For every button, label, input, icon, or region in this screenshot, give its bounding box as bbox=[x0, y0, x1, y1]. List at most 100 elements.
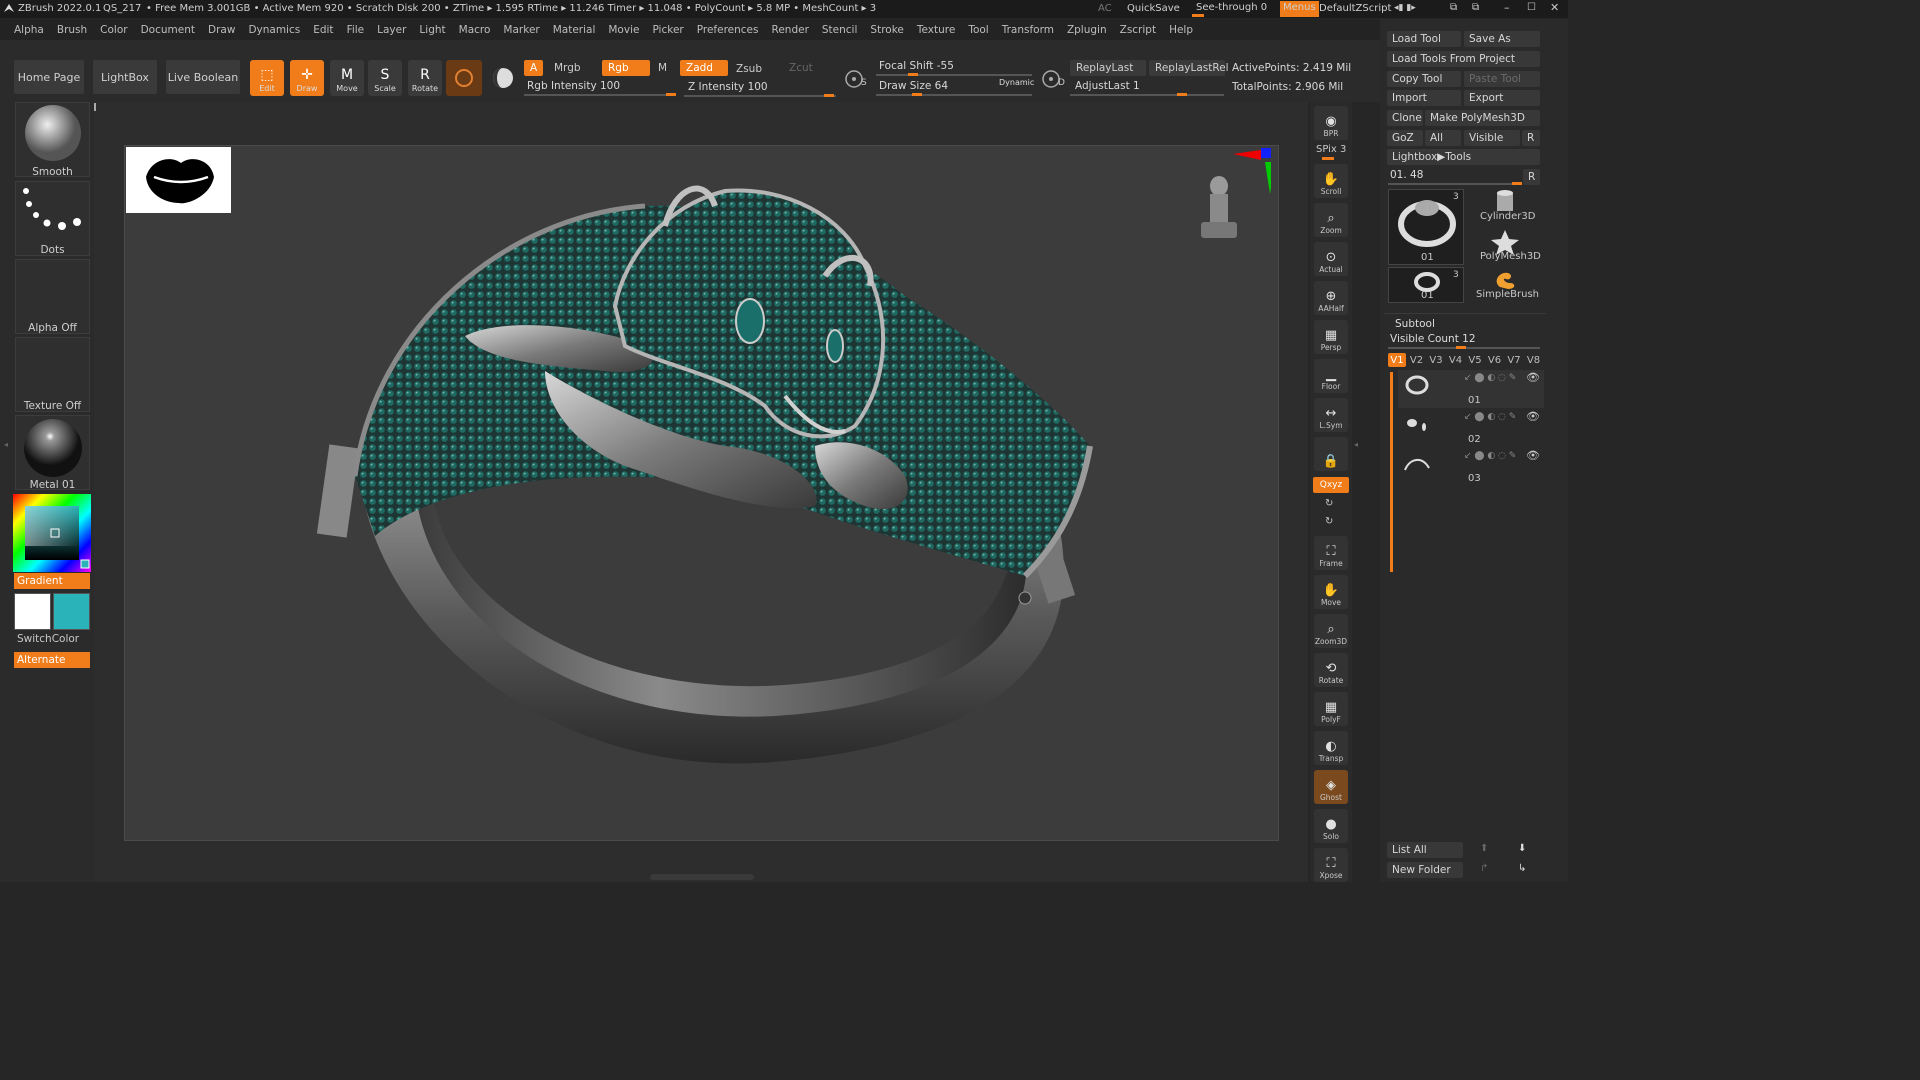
scale-button[interactable]: S Scale bbox=[368, 60, 402, 96]
zsub-toggle[interactable]: Zsub bbox=[730, 61, 768, 77]
subtool-header[interactable]: Subtool bbox=[1395, 318, 1435, 330]
menu-macro[interactable]: Macro bbox=[459, 24, 491, 36]
switch-color-button[interactable]: SwitchColor bbox=[17, 633, 79, 645]
copy-tool-button[interactable]: Copy Tool bbox=[1387, 71, 1461, 87]
bpr-button[interactable]: ◉ BPR bbox=[1314, 106, 1348, 140]
spix-slider[interactable]: SPix 3 bbox=[1316, 144, 1346, 155]
menu-help[interactable]: Help bbox=[1169, 24, 1193, 36]
load-tool-button[interactable]: Load Tool bbox=[1387, 31, 1461, 47]
m-toggle[interactable]: M bbox=[652, 60, 673, 76]
material-sphere-button[interactable] bbox=[446, 60, 482, 96]
zoom3d-button[interactable]: ⌕ Zoom3D bbox=[1314, 614, 1348, 648]
lock-button[interactable]: 🔒 bbox=[1314, 437, 1348, 471]
bottom-tray-handle[interactable] bbox=[650, 874, 754, 880]
minimize-icon[interactable]: – bbox=[1504, 1, 1510, 14]
subtool-01-controls[interactable]: ↙ ⬤ ◐ ◌ ✎ bbox=[1464, 373, 1516, 383]
right-tray-collapse-icon[interactable]: ◂ bbox=[1354, 440, 1358, 449]
zcut-toggle[interactable]: Zcut bbox=[783, 60, 819, 76]
tool-slider-knob[interactable] bbox=[1512, 182, 1522, 185]
document-canvas[interactable] bbox=[124, 145, 1279, 841]
persp-button[interactable]: ▦ Persp bbox=[1314, 320, 1348, 354]
export-button[interactable]: Export bbox=[1464, 90, 1540, 106]
zadd-toggle[interactable]: Zadd bbox=[680, 60, 728, 76]
maximize-icon[interactable]: ☐ bbox=[1527, 2, 1536, 13]
new-folder-button[interactable]: New Folder bbox=[1387, 862, 1463, 878]
menu-tool[interactable]: Tool bbox=[968, 24, 988, 36]
texture-sphere-button[interactable] bbox=[488, 62, 518, 94]
menu-layer[interactable]: Layer bbox=[377, 24, 406, 36]
make-polymesh3d-button[interactable]: Make PolyMesh3D bbox=[1425, 110, 1540, 126]
adjust-last-track[interactable] bbox=[1070, 94, 1224, 96]
move-up-icon[interactable]: ⬆ bbox=[1480, 843, 1488, 854]
lazy-d-icon[interactable]: D bbox=[1040, 66, 1066, 92]
tab-v6[interactable]: V6 bbox=[1486, 353, 1504, 367]
lsym-button[interactable]: ↔ L.Sym bbox=[1314, 398, 1348, 432]
menu-texture[interactable]: Texture bbox=[917, 24, 955, 36]
subtool-01-eye-icon[interactable]: 👁 bbox=[1526, 371, 1540, 384]
goz-visible-button[interactable]: Visible bbox=[1464, 130, 1520, 146]
rgb-toggle[interactable]: Rgb bbox=[602, 60, 650, 76]
spix-knob[interactable] bbox=[1322, 157, 1334, 160]
scroll-button[interactable]: ✋ Scroll bbox=[1314, 164, 1348, 198]
tab-v8[interactable]: V8 bbox=[1525, 353, 1543, 367]
paste-tool-button[interactable]: Paste Tool bbox=[1464, 71, 1540, 87]
see-through-slider[interactable]: See-through 0 bbox=[1196, 2, 1267, 13]
focal-shift-knob[interactable] bbox=[908, 73, 918, 76]
actual-button[interactable]: ⊙ Actual bbox=[1314, 242, 1348, 276]
move-button[interactable]: M Move bbox=[330, 60, 364, 96]
ghost-button[interactable]: ◈ Ghost bbox=[1314, 770, 1348, 804]
tool-thumb-cylinder[interactable]: Cylinder3D bbox=[1470, 189, 1540, 227]
rotate-button[interactable]: R Rotate bbox=[408, 60, 442, 96]
menu-stencil[interactable]: Stencil bbox=[822, 24, 858, 36]
menu-movie[interactable]: Movie bbox=[608, 24, 639, 36]
floor-button[interactable]: ▁ Floor bbox=[1314, 359, 1348, 393]
adjust-last-slider[interactable]: AdjustLast 1 bbox=[1075, 80, 1140, 92]
tab-v5[interactable]: V5 bbox=[1466, 353, 1484, 367]
xpose-button[interactable]: ⛶ Xpose bbox=[1314, 848, 1348, 882]
home-page-button[interactable]: Home Page bbox=[14, 60, 84, 94]
main-color-swatch[interactable] bbox=[14, 593, 51, 630]
adjust-last-knob[interactable] bbox=[1177, 93, 1187, 96]
menu-render[interactable]: Render bbox=[772, 24, 809, 36]
menu-stroke[interactable]: Stroke bbox=[870, 24, 903, 36]
dynamic-toggle[interactable]: Dynamic bbox=[999, 78, 1034, 87]
draw-size-knob[interactable] bbox=[912, 93, 922, 96]
xyz-toggle[interactable]: Qxyz bbox=[1313, 477, 1349, 493]
menu-document[interactable]: Document bbox=[141, 24, 195, 36]
secondary-color-swatch[interactable] bbox=[53, 593, 90, 630]
visible-count-knob[interactable] bbox=[1456, 346, 1466, 349]
menu-edit[interactable]: Edit bbox=[313, 24, 333, 36]
subtool-row-01[interactable]: ↙ ⬤ ◐ ◌ ✎ 👁 01 bbox=[1398, 370, 1544, 408]
solo-button[interactable]: ● Solo bbox=[1314, 809, 1348, 843]
menu-material[interactable]: Material bbox=[553, 24, 596, 36]
menu-transform[interactable]: Transform bbox=[1002, 24, 1054, 36]
window-arrange-icon[interactable]: ◂▮ ▮▸ bbox=[1394, 3, 1416, 13]
clone-button[interactable]: Clone bbox=[1387, 110, 1423, 126]
subtool-row-02[interactable]: ↙ ⬤ ◐ ◌ ✎ 👁 02 bbox=[1398, 409, 1544, 447]
move-view-button[interactable]: ✋ Move bbox=[1314, 575, 1348, 609]
gradient-toggle[interactable]: Gradient bbox=[14, 573, 90, 589]
window-restore-icon[interactable]: ⧉ bbox=[1472, 2, 1479, 13]
load-tools-from-project-button[interactable]: Load Tools From Project bbox=[1387, 51, 1540, 67]
list-all-button[interactable]: List All bbox=[1387, 842, 1463, 858]
subtool-scrollbar[interactable] bbox=[1390, 372, 1393, 572]
tool-slider-track[interactable] bbox=[1388, 183, 1522, 185]
rotate-z-icon[interactable]: ↻ bbox=[1325, 516, 1333, 527]
replay-last-button[interactable]: ReplayLast bbox=[1070, 60, 1146, 76]
tab-v2[interactable]: V2 bbox=[1408, 353, 1426, 367]
mrgb-toggle[interactable]: Mrgb bbox=[548, 60, 587, 76]
menu-preferences[interactable]: Preferences bbox=[697, 24, 759, 36]
panther-bracelet-model[interactable] bbox=[125, 146, 1280, 842]
menu-zscript[interactable]: Zscript bbox=[1120, 24, 1156, 36]
z-intensity-slider[interactable]: Z Intensity 100 bbox=[688, 81, 768, 93]
view-figure-gizmo[interactable] bbox=[1197, 172, 1241, 248]
subtool-03-eye-icon[interactable]: 👁 bbox=[1526, 449, 1540, 462]
menu-picker[interactable]: Picker bbox=[652, 24, 683, 36]
rgb-intensity-slider[interactable]: Rgb Intensity 100 bbox=[527, 80, 620, 92]
menus-button[interactable]: Menus bbox=[1280, 1, 1319, 17]
subtool-02-eye-icon[interactable]: 👁 bbox=[1526, 410, 1540, 423]
lightbox-button[interactable]: LightBox bbox=[93, 60, 157, 94]
z-intensity-track[interactable] bbox=[684, 95, 836, 97]
lightbox-tools-button[interactable]: Lightbox▶Tools bbox=[1387, 149, 1540, 165]
tool-thumb-polymesh[interactable]: PolyMesh3D bbox=[1470, 229, 1541, 267]
